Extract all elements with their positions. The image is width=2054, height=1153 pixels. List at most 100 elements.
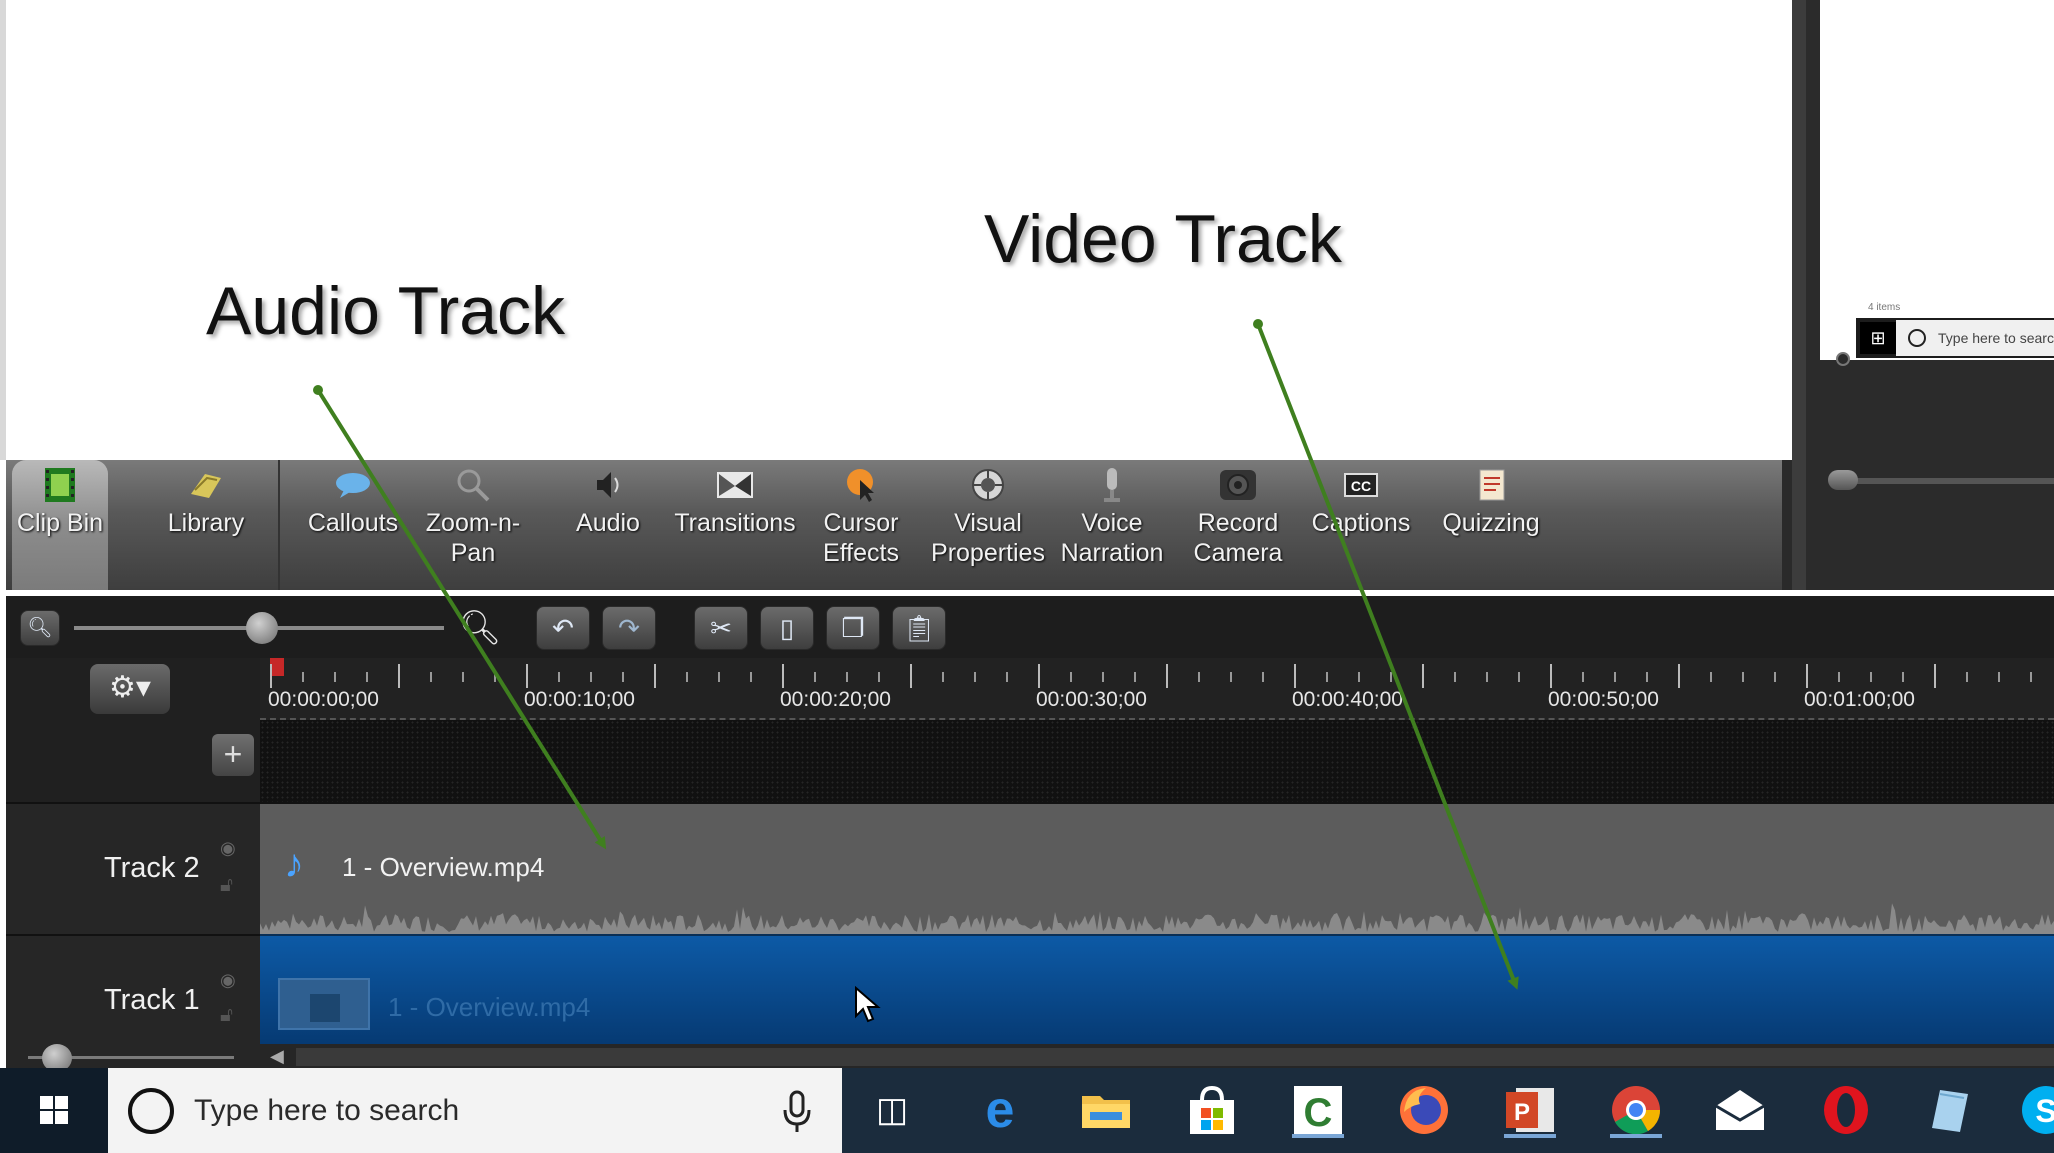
start-button[interactable]: [0, 1068, 108, 1153]
powerpoint-icon[interactable]: P: [1502, 1082, 1558, 1138]
tab-audio[interactable]: Audio: [558, 460, 658, 590]
tab-visual-properties[interactable]: Visual Properties: [924, 460, 1052, 590]
tab-label: Visual Properties: [931, 509, 1045, 567]
ruler-minor-tick: [718, 672, 720, 682]
tab-record-camera[interactable]: Record Camera: [1178, 460, 1298, 590]
ruler-minor-tick: [302, 672, 304, 682]
horizontal-scrollbar[interactable]: [296, 1048, 2054, 1066]
scroll-left-icon[interactable]: ◀: [270, 1046, 284, 1067]
firefox-icon[interactable]: [1396, 1082, 1452, 1138]
empty-track-lane[interactable]: [260, 720, 2054, 810]
active-indicator: [1504, 1134, 1556, 1138]
quiz-icon: [1471, 466, 1511, 504]
tab-library[interactable]: Library: [156, 460, 256, 590]
eye-icon[interactable]: ◉: [220, 838, 236, 859]
ruler-minor-tick: [1326, 672, 1328, 682]
tab-label: Zoom-n- Pan: [425, 509, 521, 567]
tab-captions[interactable]: CC Captions: [1306, 460, 1416, 590]
visual-properties-icon: [968, 466, 1008, 504]
speech-bubble-icon: [333, 466, 373, 504]
file-explorer-icon[interactable]: [1078, 1082, 1134, 1138]
ruler-minor-tick: [398, 664, 400, 688]
split-button[interactable]: ▯: [760, 606, 814, 650]
skype-icon[interactable]: S: [2018, 1082, 2054, 1138]
mail-icon[interactable]: [1712, 1082, 1768, 1138]
undo-button[interactable]: ↶: [536, 606, 590, 650]
tab-transitions[interactable]: Transitions: [670, 460, 800, 590]
timeline-settings-button[interactable]: ⚙▾: [90, 664, 170, 714]
redo-button[interactable]: ↷: [602, 606, 656, 650]
timeline-ruler[interactable]: 00:00:00;00 00:00:10;00 00:00:20;00 00:00:3…: [260, 658, 2054, 720]
ruler-minor-tick: [1998, 672, 2000, 682]
tab-clip-bin[interactable]: Clip Bin: [12, 460, 108, 590]
lock-icon[interactable]: 🔓︎: [220, 874, 233, 897]
add-track-button[interactable]: +: [212, 734, 254, 776]
ruler-minor-tick: [654, 664, 656, 688]
mini-windows-icon: ⊞: [1860, 322, 1896, 354]
tab-callouts[interactable]: Callouts: [298, 460, 408, 590]
music-note-icon: ♪: [284, 842, 304, 886]
store-icon[interactable]: [1184, 1082, 1240, 1138]
ruler-minor-tick: [942, 672, 944, 682]
ruler-minor-tick: [1006, 672, 1008, 682]
video-track-annotation: Video Track: [984, 201, 1342, 277]
zoom-in-icon[interactable]: 🔍︎: [458, 606, 502, 650]
mini-search-text: Type here to search: [1938, 330, 2054, 346]
eye-icon[interactable]: ◉: [220, 970, 236, 991]
cursor-icon: [841, 466, 881, 504]
chrome-icon[interactable]: [1608, 1082, 1664, 1138]
taskbar-search-box[interactable]: Type here to search: [108, 1068, 842, 1153]
camera-icon: [1218, 466, 1258, 504]
windows-taskbar: Type here to search ◫ e C P S: [0, 1068, 2054, 1153]
search-placeholder: Type here to search: [194, 1094, 460, 1127]
video-clip[interactable]: 1 - Overview.mp4: [260, 934, 2054, 1044]
audio-track-annotation: Audio Track: [206, 273, 566, 349]
paste-button[interactable]: 📋︎: [892, 606, 946, 650]
task-view-icon[interactable]: ◫: [864, 1082, 920, 1138]
edge-icon[interactable]: e: [972, 1082, 1028, 1138]
audio-clip[interactable]: ♪ 1 - Overview.mp4: [260, 802, 2054, 934]
mini-item-count: 4 items: [1868, 302, 1901, 313]
cc-icon: CC: [1341, 466, 1381, 504]
timeline-zoom-knob[interactable]: [246, 612, 278, 644]
tab-voice-narration[interactable]: Voice Narration: [1052, 460, 1172, 590]
active-indicator: [1292, 1134, 1344, 1138]
tab-cursor-effects[interactable]: Cursor Effects: [806, 460, 916, 590]
ruler-minor-tick: [334, 672, 336, 682]
preview-scrubber[interactable]: [1836, 478, 2054, 484]
windows-logo-icon: [40, 1096, 68, 1124]
ruler-minor-tick: [1102, 672, 1104, 682]
mouse-cursor-icon: [855, 986, 881, 1023]
track-2-header[interactable]: Track 2 ◉ 🔓︎: [6, 802, 260, 934]
tab-divider: [278, 460, 280, 590]
ruler-minor-tick: [462, 672, 464, 682]
tab-zoom-n-pan[interactable]: Zoom-n- Pan: [418, 460, 528, 590]
canvas-handle[interactable]: [1836, 352, 1850, 366]
zoom-out-button[interactable]: 🔍︎: [20, 610, 60, 646]
copy-button[interactable]: ❐: [826, 606, 880, 650]
ruler-major-tick: [1294, 664, 1296, 688]
canvas-area: Audio Track Video Track: [0, 0, 1792, 460]
microphone-icon: [1092, 466, 1132, 504]
ruler-major-tick: [1806, 664, 1808, 688]
microphone-icon[interactable]: [780, 1088, 814, 1134]
preview-scrubber-knob[interactable]: [1828, 470, 1858, 490]
camtasia-icon[interactable]: C: [1290, 1082, 1346, 1138]
ruler-minor-tick: [1454, 672, 1456, 682]
playhead[interactable]: [270, 658, 284, 676]
tab-quizzing[interactable]: Quizzing: [1432, 460, 1550, 590]
ruler-minor-tick: [1742, 672, 1744, 682]
tab-label: Record Camera: [1193, 509, 1283, 567]
notes-icon[interactable]: [1922, 1082, 1978, 1138]
tab-label: Audio: [576, 509, 640, 537]
timeline-toolbar: 🔍︎ 🔍︎ ↶ ↷ ✂ ▯ ❐ 📋︎: [6, 596, 2054, 658]
ruler-minor-tick: [910, 664, 912, 688]
ruler-minor-tick: [1646, 672, 1648, 682]
track-1-header[interactable]: Track 1 ◉ 🔓︎: [6, 934, 260, 1044]
cut-button[interactable]: ✂: [694, 606, 748, 650]
ruler-minor-tick: [686, 672, 688, 682]
opera-icon[interactable]: [1818, 1082, 1874, 1138]
tab-label: Library: [167, 509, 245, 537]
lock-icon[interactable]: 🔓︎: [220, 1004, 233, 1027]
ruler-minor-tick: [494, 672, 496, 682]
